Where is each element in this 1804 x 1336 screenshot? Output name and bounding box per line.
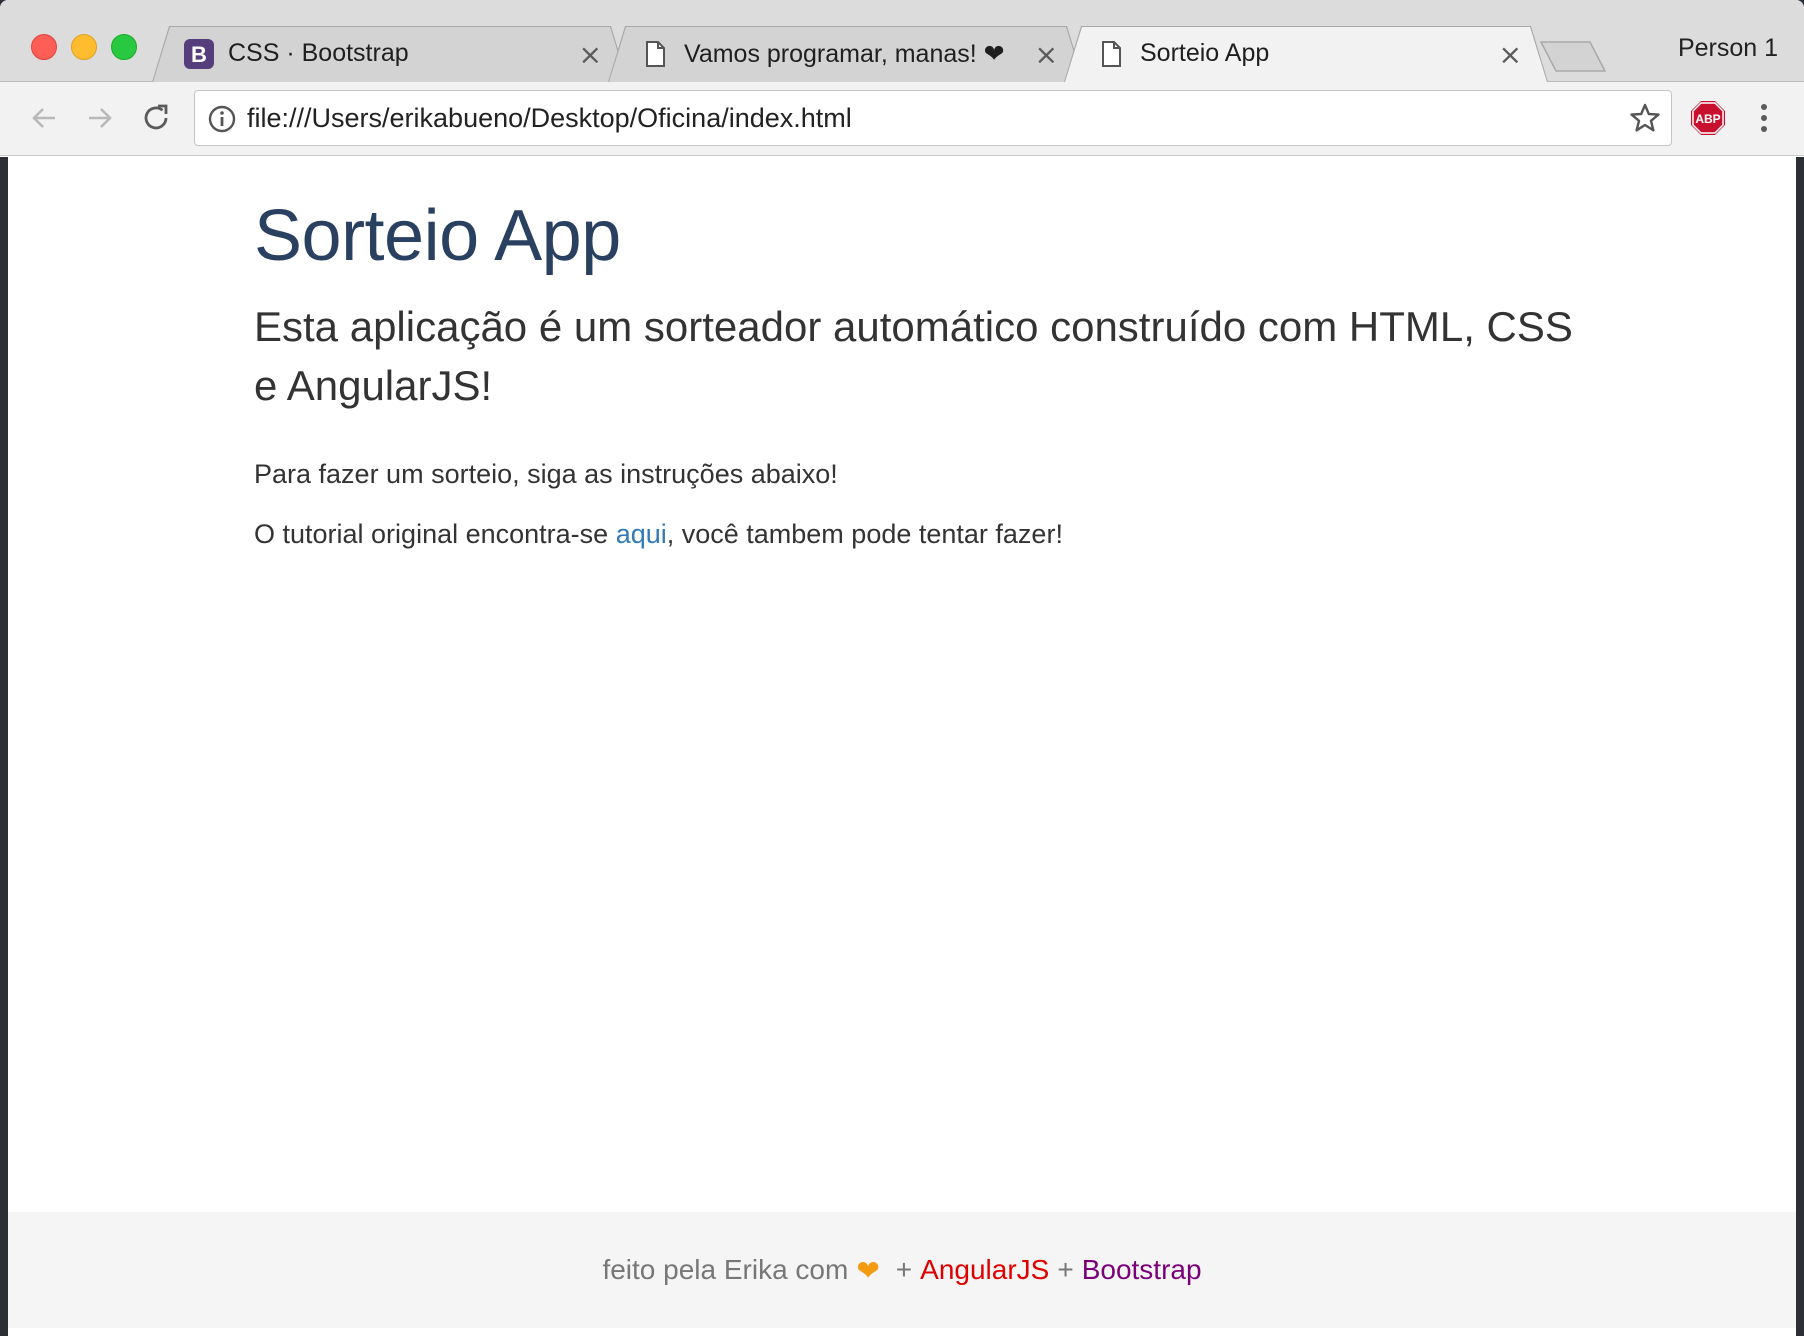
address-bar[interactable]: file:///Users/erikabueno/Desktop/Oficina… — [194, 90, 1672, 146]
more-menu-icon[interactable] — [1750, 100, 1778, 136]
page-viewport: Sorteio App Esta aplicação é um sorteado… — [0, 157, 1804, 1336]
forward-button[interactable] — [80, 98, 120, 138]
tutorial-prefix: O tutorial original encontra-se — [254, 518, 616, 549]
close-tab-icon[interactable]: × — [1499, 38, 1522, 71]
instructions-text: Para fazer um sorteio, siga as instruçõe… — [254, 458, 838, 489]
tab-strip: B CSS · Bootstrap × Vamos programar, man… — [0, 0, 1804, 82]
tab-sorteio-app[interactable]: Sorteio App × — [1064, 26, 1548, 82]
footer-prefix: feito pela Erika com — [602, 1254, 849, 1285]
plus-sign: + — [1057, 1254, 1074, 1285]
info-icon[interactable] — [207, 104, 237, 139]
angularjs-link[interactable]: AngularJS — [920, 1254, 1049, 1286]
bootstrap-link[interactable]: Bootstrap — [1082, 1254, 1202, 1286]
tab-css-bootstrap[interactable]: B CSS · Bootstrap × — [152, 26, 628, 82]
main-content: Sorteio App Esta aplicação é um sorteado… — [254, 196, 1573, 554]
window-edge-left — [0, 157, 8, 1336]
tab-title: Vamos programar, manas! ❤ — [684, 40, 1005, 68]
reload-button[interactable] — [136, 98, 176, 138]
arrow-right-icon — [89, 108, 112, 128]
window-edge-right — [1796, 157, 1804, 1336]
svg-text:B: B — [191, 42, 207, 67]
page-icon — [640, 39, 670, 69]
adblock-plus-icon[interactable]: ABP — [1690, 100, 1726, 136]
back-button[interactable] — [24, 98, 64, 138]
tab-title: CSS · Bootstrap — [228, 39, 409, 67]
toolbar: file:///Users/erikabueno/Desktop/Oficina… — [0, 82, 1804, 156]
tab-vamos-programar[interactable]: Vamos programar, manas! ❤ × — [608, 26, 1084, 82]
tutorial-suffix: , você tambem pode tentar fazer! — [666, 518, 1063, 549]
close-tab-icon[interactable]: × — [579, 38, 602, 71]
page-title: Sorteio App — [254, 196, 621, 276]
svg-text:ABP: ABP — [1695, 112, 1720, 126]
close-window-button[interactable] — [31, 34, 57, 60]
tutorial-text: O tutorial original encontra-se aqui, vo… — [254, 516, 1554, 554]
reload-icon — [144, 104, 168, 130]
profile-button[interactable]: Person 1 — [1678, 34, 1778, 63]
url-text[interactable]: file:///Users/erikabueno/Desktop/Oficina… — [247, 103, 852, 134]
tutorial-link[interactable]: aqui — [616, 519, 667, 549]
arrow-left-icon — [32, 108, 55, 128]
bookmark-star-icon[interactable] — [1629, 102, 1661, 139]
close-tab-icon[interactable]: × — [1035, 38, 1058, 71]
tab-title: Sorteio App — [1140, 39, 1270, 67]
minimize-window-button[interactable] — [71, 34, 97, 60]
footer: feito pela Erika com ❤ + AngularJS + Boo… — [8, 1212, 1796, 1328]
page-icon — [1096, 39, 1126, 69]
browser-window: B CSS · Bootstrap × Vamos programar, man… — [0, 0, 1804, 1336]
new-tab-button[interactable] — [1539, 40, 1607, 72]
lead-text: Esta aplicação é um sorteador automático… — [254, 303, 1573, 409]
bootstrap-icon: B — [184, 39, 214, 69]
zoom-window-button[interactable] — [111, 34, 137, 60]
heart-icon: ❤ — [856, 1253, 880, 1287]
plus-sign: + — [895, 1254, 913, 1285]
